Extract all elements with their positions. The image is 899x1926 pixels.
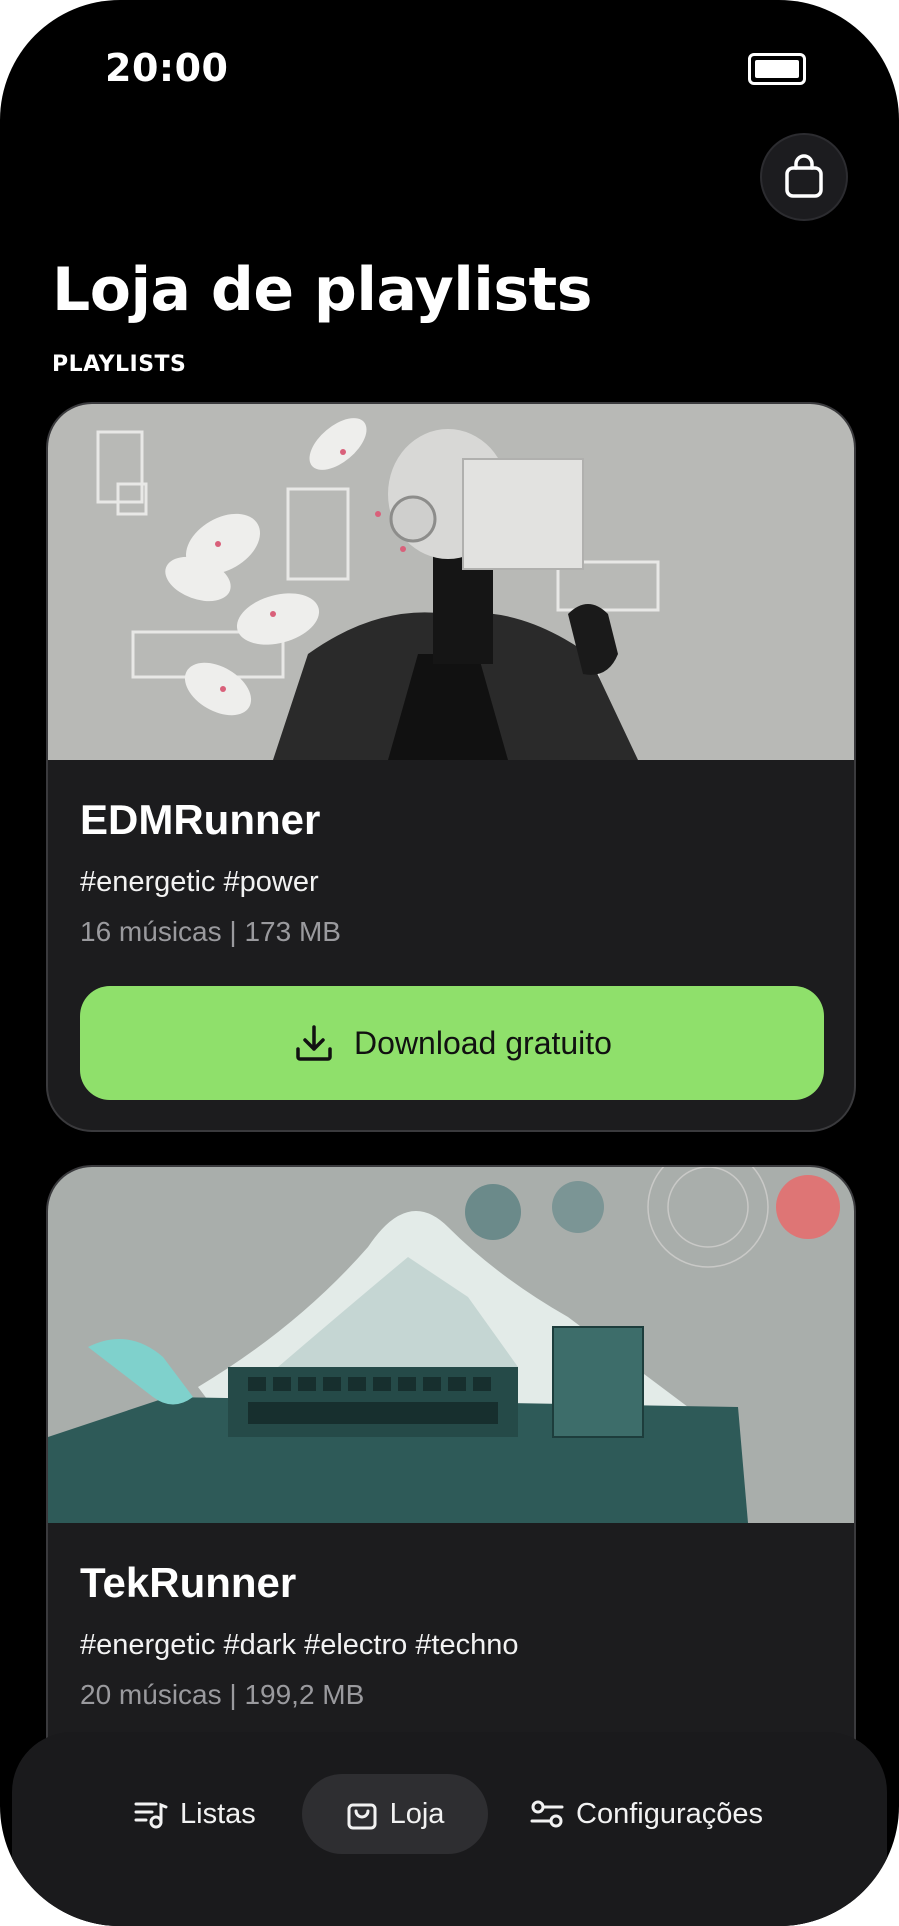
nav-item-loja[interactable]: Loja	[302, 1774, 488, 1854]
status-time: 20:00	[105, 46, 229, 90]
nav-item-label: Listas	[180, 1797, 256, 1830]
nav-item-label: Configurações	[576, 1797, 763, 1830]
playlist-meta: 16 músicas | 173 MB	[80, 916, 341, 947]
phone-screen: 20:00 Loja de playlists PLAYLISTS EDMRun…	[0, 0, 899, 1926]
playlist-tags: #energetic #power	[80, 866, 319, 898]
bottom-nav: Listas Loja Configurações	[12, 1732, 887, 1926]
download-button[interactable]: Download gratuito	[80, 986, 824, 1100]
page-title: Loja de playlists	[52, 255, 592, 325]
playlist-cover-image	[48, 404, 854, 760]
playlist-icon	[134, 1802, 168, 1829]
playlist-meta: 20 músicas | 199,2 MB	[80, 1679, 365, 1710]
shopping-bag-icon	[347, 1803, 377, 1830]
download-button-label: Download gratuito	[354, 1024, 612, 1061]
playlist-title: TekRunner	[80, 1559, 297, 1606]
download-icon	[296, 1025, 332, 1061]
playlist-card[interactable]: EDMRunner #energetic #power 16 músicas |…	[46, 402, 856, 1132]
playlist-title: EDMRunner	[80, 796, 321, 843]
shopping-bag-icon	[785, 154, 823, 198]
status-bar: 20:00	[0, 0, 899, 140]
playlist-tags: #energetic #dark #electro #techno	[80, 1629, 519, 1661]
playlist-cover-image	[48, 1167, 854, 1523]
cart-button[interactable]	[760, 133, 848, 221]
nav-item-label: Loja	[389, 1797, 445, 1830]
battery-icon	[748, 53, 806, 85]
nav-item-configuracoes[interactable]: Configurações	[530, 1774, 763, 1854]
nav-item-listas[interactable]: Listas	[134, 1774, 256, 1854]
section-label: PLAYLISTS	[52, 352, 187, 377]
sliders-icon	[530, 1800, 564, 1828]
